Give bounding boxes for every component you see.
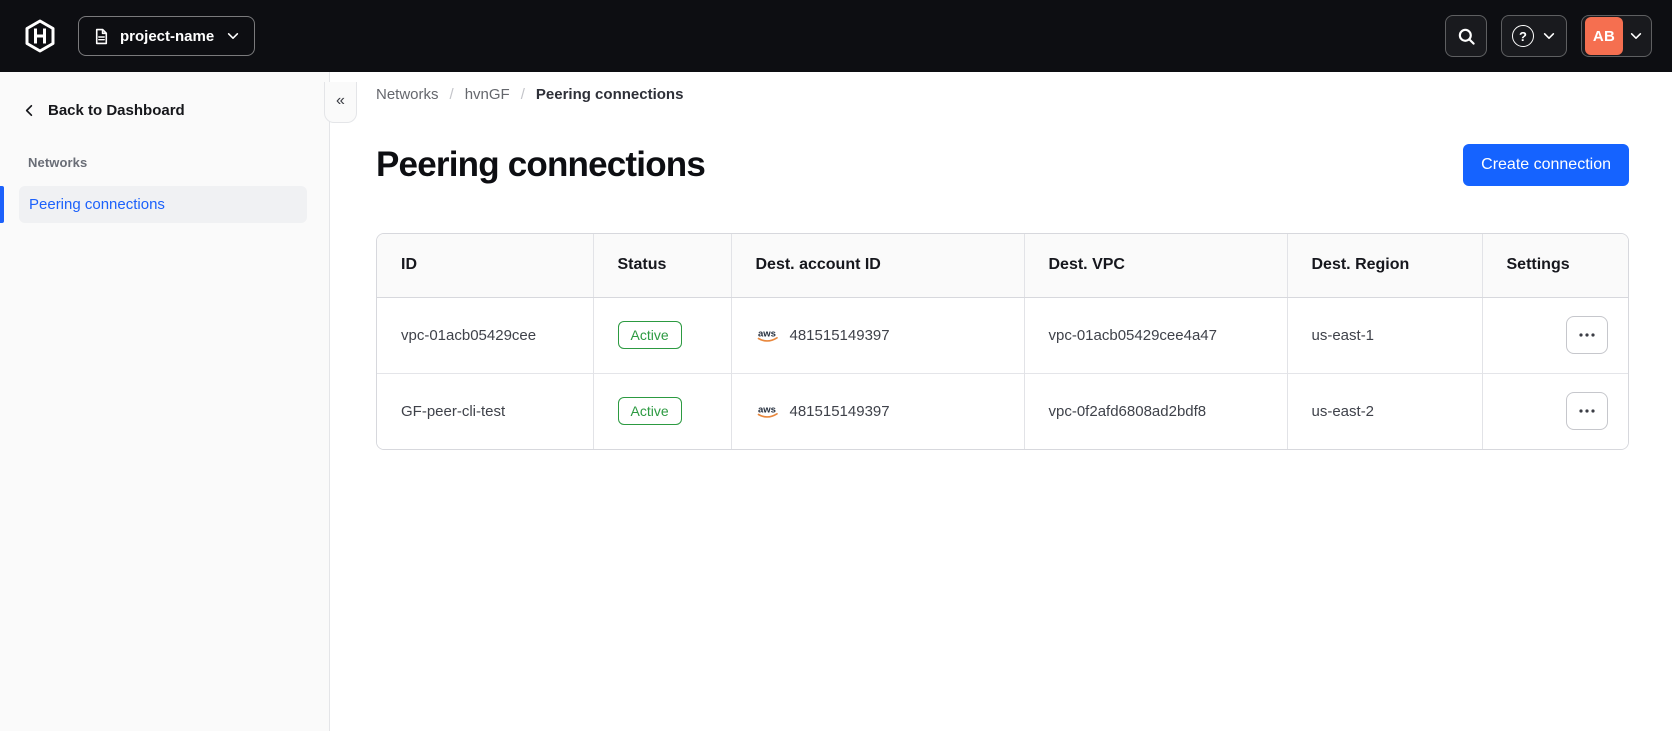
- avatar: AB: [1585, 17, 1623, 55]
- cell-settings: [1481, 297, 1628, 373]
- document-icon: [93, 28, 110, 45]
- search-icon: [1457, 27, 1476, 46]
- back-to-dashboard-label: Back to Dashboard: [48, 102, 185, 119]
- cell-id: vpc-01acb05429cee: [377, 297, 593, 373]
- peering-connections-table: ID Status Dest. account ID Dest. VPC Des…: [376, 233, 1629, 450]
- breadcrumb-current: Peering connections: [535, 86, 684, 103]
- column-header-status: Status: [592, 234, 731, 298]
- cell-id: GF-peer-cli-test: [377, 372, 593, 449]
- breadcrumb-link-hvngf[interactable]: hvnGF: [465, 86, 510, 103]
- cell-dest-region: us-east-1: [1286, 297, 1482, 373]
- collapse-sidebar-icon: «: [336, 92, 345, 109]
- cell-dest-account-id: 481515149397: [730, 297, 1024, 373]
- sidebar-item-peering-connections[interactable]: Peering connections: [19, 186, 307, 223]
- column-header-dest-vpc: Dest. VPC: [1023, 234, 1287, 298]
- page-title: Peering connections: [376, 145, 706, 184]
- cell-status: Active: [592, 372, 731, 449]
- user-menu-button[interactable]: AB: [1581, 15, 1652, 57]
- cell-dest-region: us-east-2: [1286, 372, 1482, 449]
- column-header-id: ID: [377, 234, 593, 298]
- column-header-dest-region: Dest. Region: [1286, 234, 1482, 298]
- help-icon: ?: [1512, 25, 1534, 47]
- project-switcher-label: project-name: [120, 27, 215, 45]
- cell-status: Active: [592, 297, 731, 373]
- collapse-sidebar-button[interactable]: «: [324, 82, 357, 123]
- account-id-value: 481515149397: [789, 402, 890, 420]
- account-id-value: 481515149397: [789, 326, 890, 344]
- top-nav: project-name ? AB: [0, 0, 1672, 72]
- nav-right-group: ? AB: [1445, 15, 1652, 57]
- project-switcher-button[interactable]: project-name: [78, 16, 256, 56]
- back-to-dashboard-link[interactable]: Back to Dashboard: [22, 102, 307, 119]
- sidebar-item-row: Peering connections: [0, 186, 329, 223]
- cell-settings: [1481, 372, 1628, 449]
- status-badge: Active: [617, 397, 682, 426]
- breadcrumb-separator: /: [520, 86, 525, 103]
- table-row: vpc-01acb05429cee Active 481515149397 vp…: [377, 297, 1628, 373]
- hashicorp-logo[interactable]: [22, 18, 58, 54]
- cell-dest-vpc: vpc-01acb05429cee4a47: [1023, 297, 1287, 373]
- chevron-down-icon: [1542, 29, 1556, 43]
- cell-dest-vpc: vpc-0f2afd6808ad2bdf8: [1023, 372, 1287, 449]
- sidebar-section-label: Networks: [28, 155, 88, 170]
- search-button[interactable]: [1445, 15, 1487, 57]
- create-connection-button[interactable]: Create connection: [1463, 144, 1629, 186]
- chevron-down-icon: [1629, 29, 1643, 43]
- help-menu-button[interactable]: ?: [1501, 15, 1567, 57]
- row-settings-button[interactable]: [1566, 392, 1608, 431]
- cell-dest-account-id: 481515149397: [730, 372, 1024, 449]
- breadcrumb-separator: /: [449, 86, 454, 103]
- table-header-row: ID Status Dest. account ID Dest. VPC Des…: [377, 234, 1628, 298]
- chevron-left-icon: [22, 103, 37, 118]
- ellipsis-icon: [1578, 409, 1596, 413]
- sidebar: Back to Dashboard Networks Peering conne…: [0, 72, 330, 731]
- aws-icon: [756, 327, 780, 343]
- row-settings-button[interactable]: [1566, 316, 1608, 354]
- breadcrumb: Networks / hvnGF / Peering connections: [376, 86, 1629, 103]
- main-content: « Networks / hvnGF / Peering connections…: [324, 72, 1672, 731]
- column-header-settings: Settings: [1481, 234, 1628, 298]
- ellipsis-icon: [1578, 333, 1596, 337]
- status-badge: Active: [617, 321, 682, 349]
- page-header: Peering connections Create connection: [376, 141, 1629, 189]
- chevron-down-icon: [226, 29, 240, 43]
- column-header-dest-account-id: Dest. account ID: [730, 234, 1024, 298]
- app-shell: Back to Dashboard Networks Peering conne…: [0, 72, 1672, 731]
- table-row: GF-peer-cli-test Active 481515149397 vpc…: [377, 372, 1628, 449]
- breadcrumb-link-networks[interactable]: Networks: [376, 86, 439, 103]
- aws-icon: [756, 403, 780, 419]
- active-indicator: [0, 186, 4, 223]
